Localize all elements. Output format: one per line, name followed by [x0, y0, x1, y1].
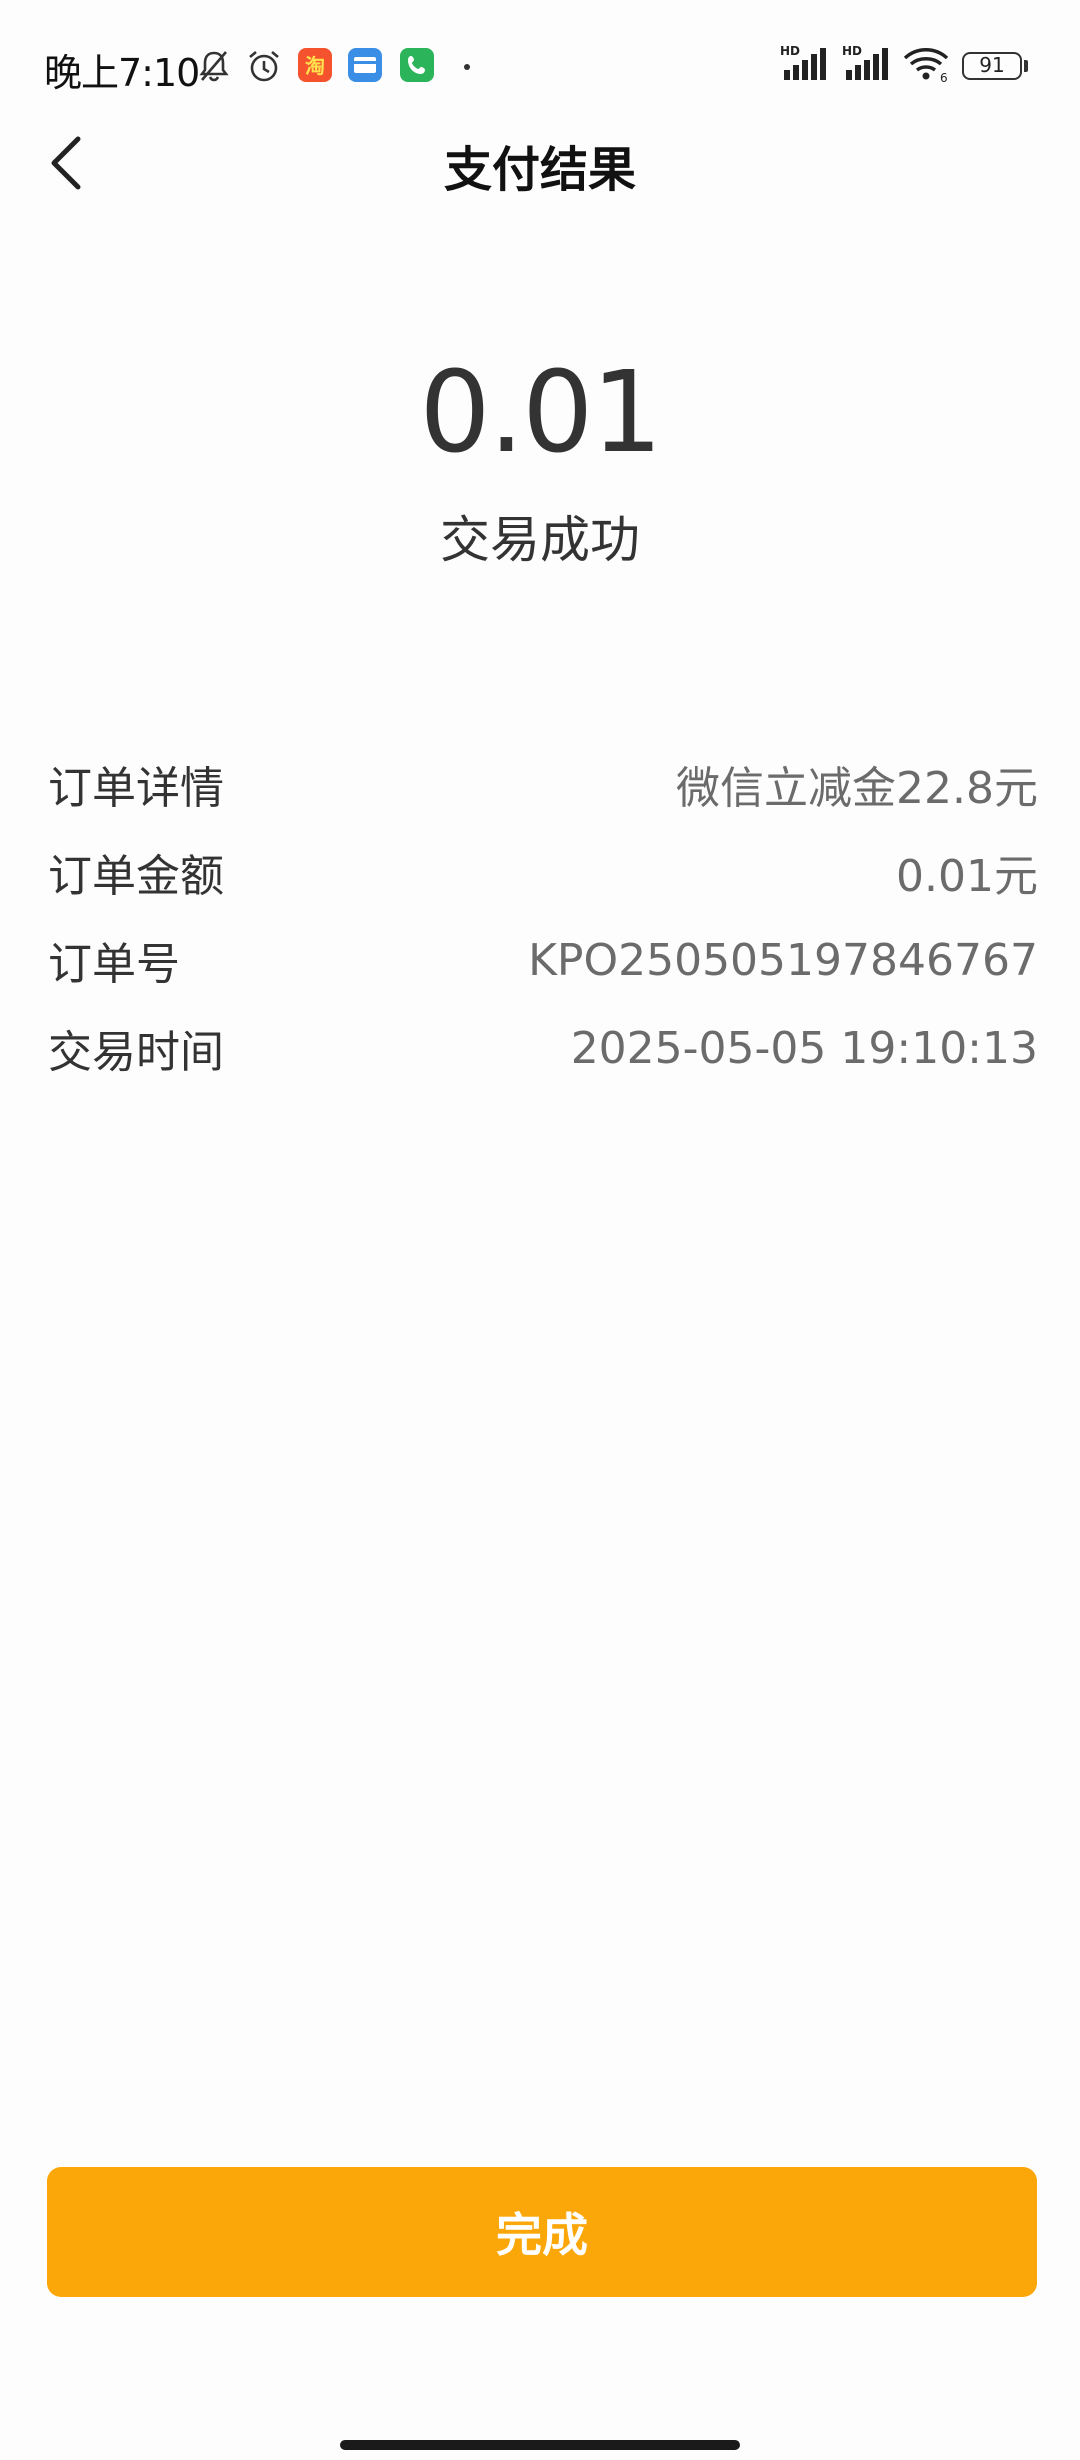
svg-text:HD: HD: [842, 44, 862, 58]
detail-row-order-info: 订单详情 微信立减金22.8元: [48, 740, 1038, 828]
done-button[interactable]: 完成: [47, 2167, 1037, 2297]
detail-row-order-number: 订单号 KPO250505197846767: [48, 916, 1038, 1004]
payment-amount: 0.01: [419, 348, 662, 478]
notification-dot: [464, 64, 470, 70]
card-app-icon: [348, 48, 382, 82]
battery-level: 91: [979, 53, 1005, 77]
svg-text:HD: HD: [780, 44, 800, 58]
home-indicator[interactable]: [340, 2440, 740, 2450]
wifi-icon: 6: [903, 48, 949, 84]
battery-tip: [1024, 60, 1028, 72]
detail-label: 订单号: [48, 939, 180, 990]
detail-label: 订单详情: [48, 763, 224, 814]
detail-row-order-amount: 订单金额 0.01元: [48, 828, 1038, 916]
detail-label: 订单金额: [48, 851, 224, 902]
detail-label: 交易时间: [48, 1027, 224, 1078]
detail-value: 0.01元: [896, 851, 1038, 902]
mute-bell-icon: [199, 51, 229, 82]
status-bar: 晚上7:10 淘 HD HD 6 91: [0, 0, 1080, 135]
detail-row-transaction-time: 交易时间 2025-05-05 19:10:13: [48, 1004, 1038, 1092]
signal-hd-icon: HD: [780, 44, 826, 80]
detail-value: 微信立减金22.8元: [676, 763, 1038, 814]
detail-value: 2025-05-05 19:10:13: [570, 1022, 1038, 1074]
status-time: 晚上7:10: [44, 51, 200, 95]
battery-icon: 91: [962, 52, 1022, 80]
transaction-status: 交易成功: [440, 511, 640, 569]
order-details: 订单详情 微信立减金22.8元 订单金额 0.01元 订单号 KPO250505…: [48, 740, 1038, 1092]
page-title: 支付结果: [443, 142, 636, 198]
alarm-icon: [249, 51, 279, 82]
svg-text:淘: 淘: [305, 54, 325, 78]
phone-app-icon: [400, 48, 434, 82]
detail-value: KPO250505197846767: [528, 934, 1038, 986]
signal-hd-icon: HD: [842, 44, 888, 80]
svg-text:6: 6: [940, 71, 948, 84]
taobao-app-icon: 淘: [298, 48, 332, 82]
